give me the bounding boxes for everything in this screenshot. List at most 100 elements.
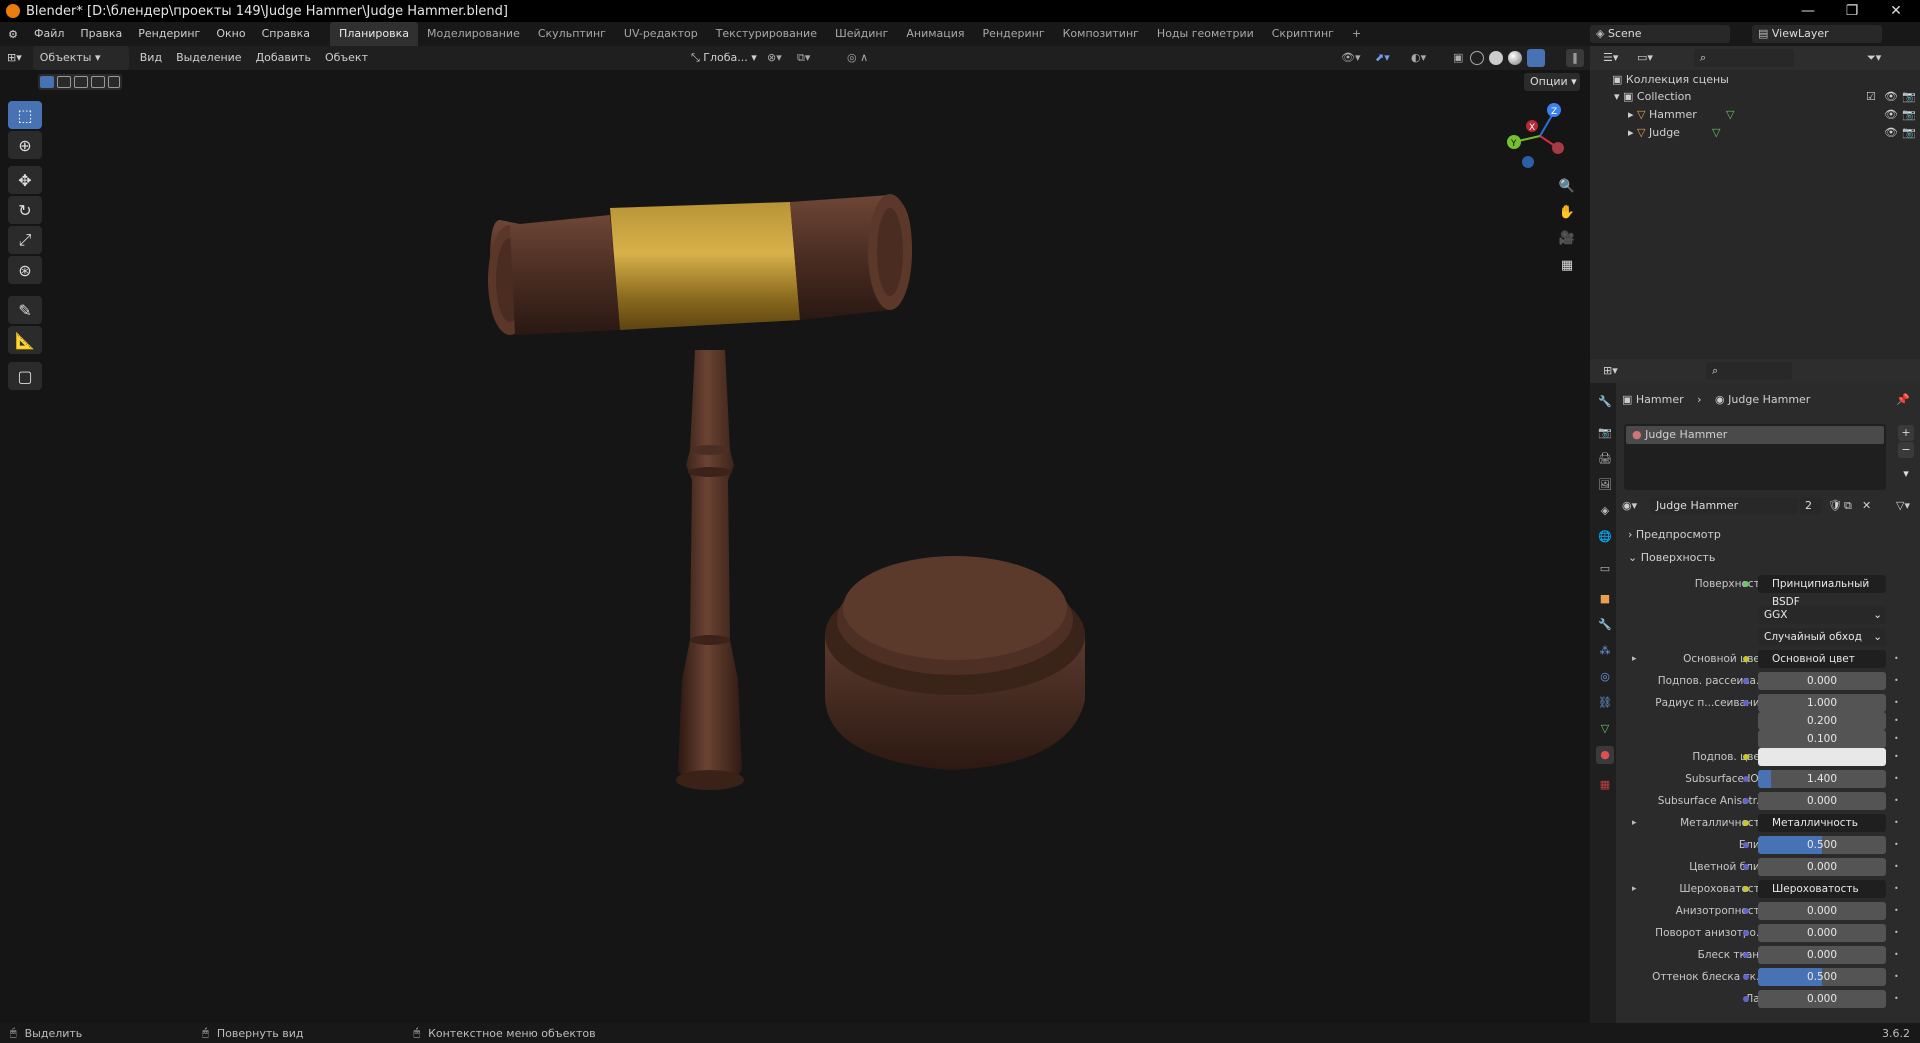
scale-tool-icon[interactable]: ⤢ xyxy=(8,226,42,254)
zoom-icon[interactable]: 🔍 xyxy=(1556,175,1578,197)
menu-render[interactable]: Рендеринг xyxy=(130,22,208,46)
tab-animation[interactable]: Анимация xyxy=(897,22,973,46)
keyframe-dot-icon[interactable]: • xyxy=(1894,946,1899,964)
collection-row[interactable]: ▾ ▣ Collection ☑ 👁 📷 xyxy=(1614,88,1916,106)
socket-icon[interactable] xyxy=(1743,930,1749,936)
wireframe-shading-icon[interactable] xyxy=(1470,51,1484,65)
keyframe-dot-icon[interactable]: • xyxy=(1894,902,1899,920)
keyframe-dot-icon[interactable]: • xyxy=(1894,672,1899,690)
expand-arrow-icon[interactable]: ▸ xyxy=(1632,814,1637,832)
viewlayer-selector[interactable]: ▤ ViewLayer xyxy=(1752,25,1882,43)
linked-node-field[interactable]: Шероховатость xyxy=(1758,880,1886,898)
breadcrumb-object[interactable]: Hammer xyxy=(1636,393,1684,406)
material-browse-icon[interactable]: ◉▾ xyxy=(1622,499,1637,512)
tab-rendering[interactable]: Рендеринг xyxy=(974,22,1054,46)
select-intersect-icon[interactable] xyxy=(108,76,120,88)
menu-window[interactable]: Окно xyxy=(208,22,253,46)
socket-icon[interactable] xyxy=(1743,656,1749,662)
camera-icon[interactable]: 📷 xyxy=(1902,88,1916,106)
editor-type-icon[interactable]: ⊞▾ xyxy=(0,46,29,70)
select-new-icon[interactable] xyxy=(40,76,54,88)
material-slot-item[interactable]: ● Judge Hammer xyxy=(1626,426,1884,444)
visibility-icon[interactable]: 👁▾ xyxy=(1334,46,1368,70)
properties-editor-type-icon[interactable]: ⊞▾ xyxy=(1596,359,1625,383)
socket-icon[interactable] xyxy=(1743,952,1749,958)
unlink-close-icon[interactable]: ✕ xyxy=(1862,497,1871,515)
menu-edit[interactable]: Правка xyxy=(72,22,130,46)
menu-file[interactable]: Файл xyxy=(26,22,72,46)
scene-selector[interactable]: ◈ Scene xyxy=(1590,25,1730,43)
keyframe-dot-icon[interactable]: • xyxy=(1894,990,1899,1008)
value-slider[interactable]: 0.000 xyxy=(1758,990,1886,1008)
socket-icon[interactable] xyxy=(1743,908,1749,914)
menu-help[interactable]: Справка xyxy=(254,22,318,46)
socket-icon[interactable] xyxy=(1743,996,1749,1002)
link-filter-icon[interactable]: ▽▾ xyxy=(1896,497,1910,515)
keyframe-dot-icon[interactable]: • xyxy=(1894,792,1899,810)
expand-arrow-icon[interactable]: ▾ xyxy=(1614,90,1623,103)
socket-icon[interactable] xyxy=(1743,798,1749,804)
outliner-item-judge[interactable]: ▸ ▽ Judge ▽ 👁 📷 xyxy=(1628,124,1916,142)
outliner-search-input[interactable]: ⌕ xyxy=(1694,49,1794,67)
material-name-field[interactable]: Judge Hammer xyxy=(1650,497,1798,515)
menu-add[interactable]: Добавить xyxy=(249,46,318,70)
value-slider[interactable]: 0.100 xyxy=(1758,730,1886,748)
xray-icon[interactable]: ▣ xyxy=(1446,46,1470,70)
value-slider[interactable]: 0.000 xyxy=(1758,672,1886,690)
keyframe-dot-icon[interactable]: • xyxy=(1894,880,1899,898)
menu-select[interactable]: Выделение xyxy=(169,46,249,70)
expand-arrow-icon[interactable]: ▸ xyxy=(1628,126,1637,139)
keyframe-dot-icon[interactable]: • xyxy=(1894,814,1899,832)
mesh-data-icon[interactable]: ▽ xyxy=(1726,106,1734,124)
tab-compositing[interactable]: Композитинг xyxy=(1054,22,1148,46)
tab-texture-paint[interactable]: Текстурирование xyxy=(707,22,826,46)
orientation-selector[interactable]: ⤡ Глоба... ▾ xyxy=(684,46,764,70)
filter-icon[interactable]: ⏷▾ xyxy=(1860,46,1888,70)
pan-hand-icon[interactable]: ✋ xyxy=(1556,201,1578,223)
add-slot-button[interactable]: + xyxy=(1898,425,1914,441)
select-box-tool-icon[interactable]: ⬚ xyxy=(8,101,42,129)
select-extend-icon[interactable] xyxy=(57,76,71,88)
socket-icon[interactable] xyxy=(1743,678,1749,684)
keyframe-dot-icon[interactable]: • xyxy=(1894,650,1899,668)
tab-sculpting[interactable]: Скульптинг xyxy=(529,22,615,46)
distribution-select[interactable]: GGX ⌄ xyxy=(1758,606,1886,624)
navigation-gizmo[interactable]: Z Y X xyxy=(1506,100,1576,172)
socket-icon[interactable] xyxy=(1743,754,1749,760)
socket-icon[interactable] xyxy=(1743,700,1749,706)
add-cube-tool-icon[interactable]: ▢ xyxy=(8,362,42,390)
breadcrumb-material[interactable]: Judge Hammer xyxy=(1728,393,1810,406)
eye-icon[interactable]: 👁 xyxy=(1884,106,1898,124)
tab-scripting[interactable]: Скриптинг xyxy=(1263,22,1343,46)
rendered-shading-icon[interactable] xyxy=(1527,49,1545,67)
linked-node-field[interactable]: Металличность xyxy=(1758,814,1886,832)
value-slider[interactable]: 0.000 xyxy=(1758,946,1886,964)
fake-user-shield-icon[interactable]: 🛡 xyxy=(1828,497,1842,515)
socket-icon[interactable] xyxy=(1743,820,1749,826)
measure-tool-icon[interactable]: 📐 xyxy=(8,326,42,354)
socket-icon[interactable] xyxy=(1743,974,1749,980)
keyframe-dot-icon[interactable]: • xyxy=(1894,748,1899,766)
socket-icon[interactable] xyxy=(1743,842,1749,848)
eye-icon[interactable]: 👁 xyxy=(1884,124,1898,142)
view-layer-tab-icon[interactable]: 🖼 xyxy=(1596,476,1614,494)
expand-arrow-icon[interactable]: ▸ xyxy=(1628,108,1637,121)
slot-specials-icon[interactable]: ▾ xyxy=(1898,466,1914,482)
camera-icon[interactable]: 📷 xyxy=(1902,124,1916,142)
world-tab-icon[interactable]: 🌐 xyxy=(1596,528,1614,546)
socket-icon[interactable] xyxy=(1743,864,1749,870)
pivot-icon[interactable]: ⊗▾ xyxy=(760,46,789,70)
blender-menu-icon[interactable]: ⚙ xyxy=(0,28,26,41)
value-slider[interactable]: 0.000 xyxy=(1758,902,1886,920)
eye-icon[interactable]: 👁 xyxy=(1884,88,1898,106)
remove-slot-button[interactable]: − xyxy=(1898,442,1914,458)
properties-search-input[interactable]: ⌕ xyxy=(1706,362,1792,380)
socket-icon[interactable] xyxy=(1743,776,1749,782)
annotate-tool-icon[interactable]: ✎ xyxy=(8,296,42,324)
scene-collection-row[interactable]: ▣ Коллекция сцены xyxy=(1612,71,1729,89)
panel-surface[interactable]: ⌄ Поверхность xyxy=(1628,549,1715,567)
panel-preview[interactable]: › Предпросмотр xyxy=(1628,526,1721,544)
keyframe-dot-icon[interactable]: • xyxy=(1894,770,1899,788)
mesh-data-icon[interactable]: ▽ xyxy=(1712,124,1720,142)
move-tool-icon[interactable]: ✥ xyxy=(8,166,42,194)
